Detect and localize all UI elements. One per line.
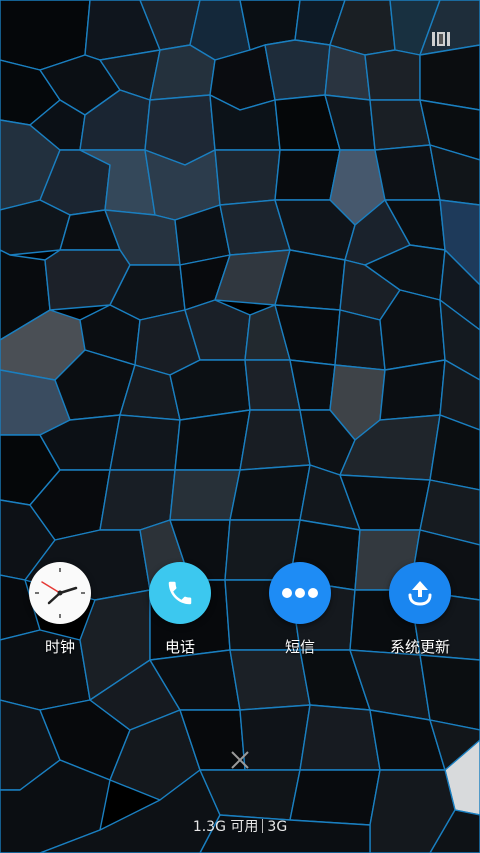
app-label: 短信: [284, 638, 315, 656]
app-clock[interactable]: 时钟: [0, 562, 120, 657]
app-system-update[interactable]: 系统更新: [360, 562, 480, 657]
close-icon[interactable]: [228, 748, 252, 772]
recent-apps-dock: 时钟 电话 短信 系统更新: [0, 562, 480, 662]
app-label: 时钟: [44, 638, 75, 656]
upload-icon: [389, 562, 451, 624]
divider: [262, 819, 264, 833]
app-phone[interactable]: 电话: [120, 562, 240, 657]
voronoi-wallpaper: [0, 0, 480, 853]
memory-available: 1.3G 可用: [192, 819, 259, 835]
message-dots-icon: [269, 562, 331, 624]
app-messages[interactable]: 短信: [240, 562, 360, 657]
memory-total: 3G: [267, 819, 288, 835]
memory-status: 1.3G 可用 3G: [0, 816, 480, 836]
app-label: 系统更新: [389, 638, 450, 656]
app-label: 电话: [164, 638, 195, 656]
phone-icon: [149, 562, 211, 624]
clock-icon: [29, 562, 91, 624]
multitask-icon[interactable]: [432, 32, 450, 46]
